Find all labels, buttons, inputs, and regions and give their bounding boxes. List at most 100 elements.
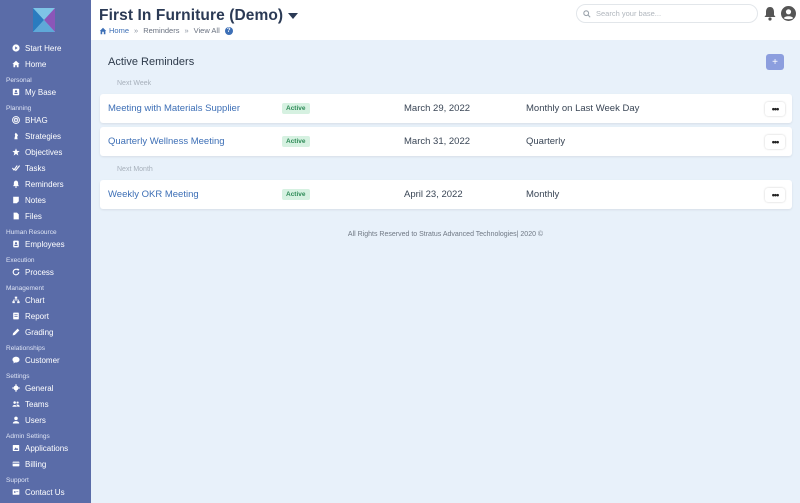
add-reminder-button[interactable]: + (766, 54, 784, 70)
play-circle-icon (11, 44, 20, 53)
sidebar-item-start-here[interactable]: Start Here (0, 40, 91, 56)
sidebar-section-label: Human Resource (6, 229, 57, 236)
org-chart-icon (11, 296, 20, 305)
breadcrumb-reminders[interactable]: Reminders (143, 26, 179, 35)
sidebar-item-label: Strategies (25, 131, 62, 141)
sidebar-item-label: Employees (25, 239, 65, 249)
sidebar-item-label: Process (25, 267, 54, 277)
sidebar-section-label: Management (6, 285, 44, 292)
users-icon (11, 400, 20, 409)
more-options-button[interactable]: ••• (765, 188, 785, 202)
group-label: Next Week (117, 80, 152, 87)
sidebar-item-label: Files (25, 211, 42, 221)
title-wrap: First In Furniture (Demo) (99, 7, 299, 25)
sidebar-item-strategies[interactable]: Strategies (0, 128, 91, 144)
breadcrumb-view-all: View All (193, 26, 220, 35)
status-badge: Active (282, 136, 310, 147)
chess-icon (11, 132, 20, 141)
sidebar-item-grading[interactable]: Grading (0, 324, 91, 340)
sidebar-item-label: Notes (25, 195, 46, 205)
home-icon (99, 27, 107, 34)
group-label: Next Month (117, 166, 153, 173)
sidebar-item-label: Chart (25, 295, 45, 305)
sidebar-item-label: Home (25, 59, 47, 69)
sidebar-section-label: Execution (6, 257, 35, 264)
sidebar-item-customer[interactable]: Customer (0, 352, 91, 368)
sidebar-item-reminders[interactable]: Reminders (0, 176, 91, 192)
sidebar-item-objectives[interactable]: Objectives (0, 144, 91, 160)
logo-icon[interactable] (33, 8, 55, 32)
avatar[interactable] (781, 6, 796, 21)
sidebar-item-general[interactable]: General (0, 380, 91, 396)
sidebar-item-label: Billing (25, 459, 47, 469)
help-icon[interactable]: ? (224, 26, 233, 35)
sidebar-item-tasks[interactable]: Tasks (0, 160, 91, 176)
report-icon (11, 312, 20, 321)
search-input[interactable] (596, 9, 746, 18)
sidebar-item-label: Users (25, 415, 46, 425)
notification-bell-icon[interactable] (763, 6, 777, 21)
sidebar-item-employees[interactable]: Employees (0, 236, 91, 252)
breadcrumb-home-label: Home (109, 26, 130, 35)
sidebar-item-contact-us[interactable]: Contact Us (0, 484, 91, 500)
sidebar-item-label: Grading (25, 327, 54, 337)
bell-icon (11, 180, 20, 189)
sidebar-item-label: Applications (25, 443, 69, 453)
gear-icon (11, 384, 20, 393)
reminder-date: April 23, 2022 (404, 189, 463, 200)
refresh-icon (11, 268, 20, 277)
sidebar-nav: Start Here Home Personal My Base Planning BHA… (0, 40, 91, 500)
search-icon (583, 9, 591, 18)
note-icon (11, 196, 20, 205)
sidebar-item-bhag[interactable]: BHAG (0, 112, 91, 128)
reminder-name[interactable]: Meeting with Materials Supplier (108, 103, 240, 114)
reminder-frequency: Monthly (526, 189, 560, 200)
sidebar: Start Here Home Personal My Base Planning BHA… (0, 0, 91, 503)
file-icon (11, 212, 20, 221)
sidebar-item-home[interactable]: Home (0, 56, 91, 72)
breadcrumb-separator: » (184, 26, 189, 35)
status-badge: Active (282, 103, 310, 114)
sidebar-section-label: Planning (6, 105, 32, 112)
check-double-icon (11, 164, 20, 173)
breadcrumb: Home » Reminders » View All ? (99, 26, 233, 35)
panel-title: Active Reminders (108, 56, 195, 68)
sidebar-item-label: Tasks (25, 163, 46, 173)
sidebar-item-users[interactable]: Users (0, 412, 91, 428)
home-icon (11, 60, 20, 69)
reminder-name[interactable]: Quarterly Wellness Meeting (108, 136, 225, 147)
sidebar-item-chart[interactable]: Chart (0, 292, 91, 308)
more-options-button[interactable]: ••• (765, 135, 785, 149)
sidebar-item-applications[interactable]: Applications (0, 440, 91, 456)
sidebar-item-files[interactable]: Files (0, 208, 91, 224)
sidebar-item-my-base[interactable]: My Base (0, 84, 91, 100)
reminder-row: Weekly OKR Meeting Active April 23, 2022… (100, 180, 792, 209)
sidebar-item-label: General (25, 383, 54, 393)
reminder-name[interactable]: Weekly OKR Meeting (108, 189, 199, 200)
sidebar-item-report[interactable]: Report (0, 308, 91, 324)
sidebar-item-label: Contact Us (25, 487, 65, 497)
header: First In Furniture (Demo) Home » Reminde… (91, 0, 800, 40)
sidebar-section-label: Admin Settings (6, 433, 50, 440)
sidebar-item-label: Teams (25, 399, 49, 409)
status-badge: Active (282, 189, 310, 200)
apps-icon (11, 444, 20, 453)
billing-icon (11, 460, 20, 469)
phone-icon (11, 488, 20, 497)
breadcrumb-home[interactable]: Home (99, 26, 129, 35)
sidebar-item-label: Report (25, 311, 50, 321)
more-options-button[interactable]: ••• (765, 102, 785, 116)
sidebar-item-notes[interactable]: Notes (0, 192, 91, 208)
chevron-down-icon[interactable] (288, 13, 299, 19)
pen-icon (11, 328, 20, 337)
sidebar-item-process[interactable]: Process (0, 264, 91, 280)
sidebar-item-teams[interactable]: Teams (0, 396, 91, 412)
chat-icon (11, 356, 20, 365)
sidebar-item-billing[interactable]: Billing (0, 456, 91, 472)
breadcrumb-separator: » (134, 26, 139, 35)
sidebar-section-label: Settings (6, 373, 30, 380)
reminder-frequency: Quarterly (526, 136, 566, 147)
search-box[interactable] (576, 4, 758, 23)
sidebar-section-label: Relationships (6, 345, 46, 352)
sidebar-item-label: Reminders (25, 179, 64, 189)
